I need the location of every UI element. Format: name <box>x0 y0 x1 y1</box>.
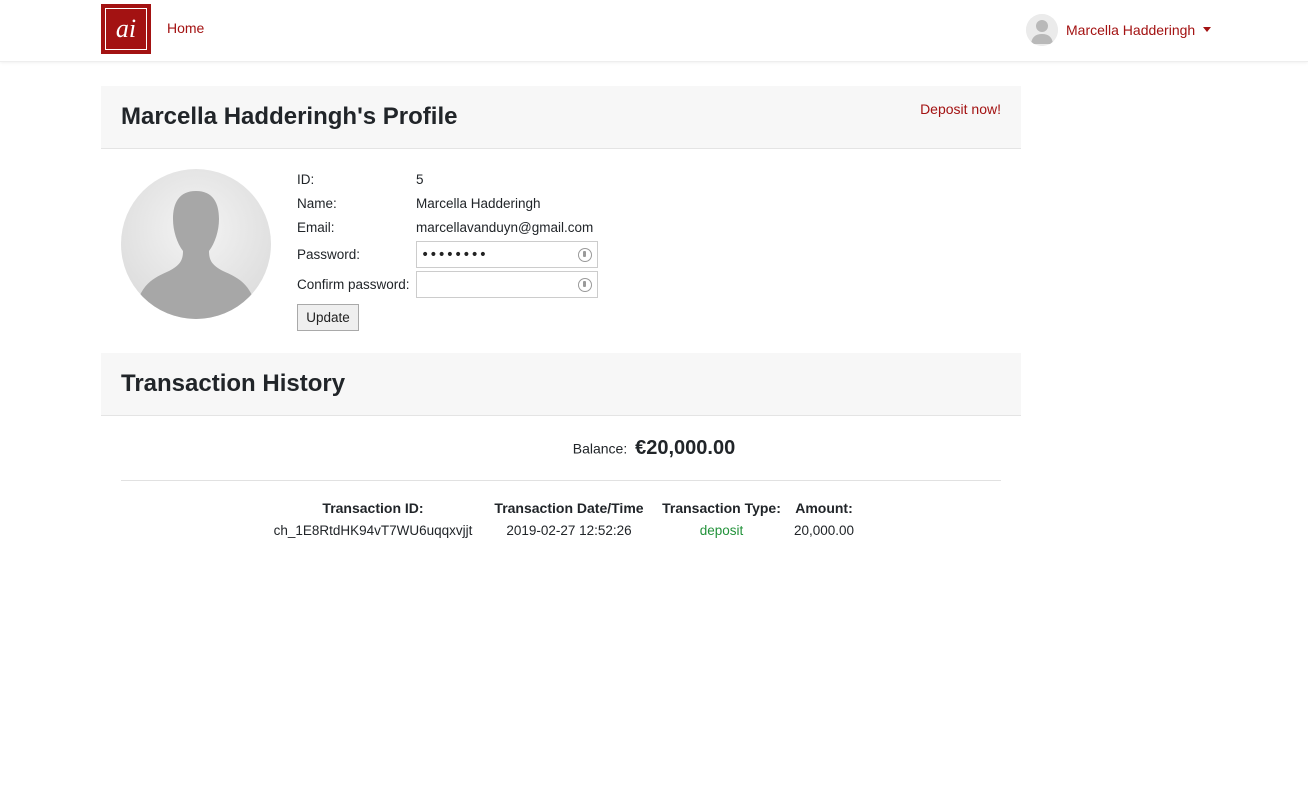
balance: Balance: €20,000.00 <box>0 437 1308 460</box>
nav-home-link[interactable]: Home <box>167 20 204 36</box>
email-label: Email: <box>297 220 335 235</box>
profile-avatar-icon <box>121 169 271 319</box>
transactions-table: Transaction ID: Transaction Date/Time Tr… <box>262 497 859 542</box>
transaction-amount-cell: 20,000.00 <box>793 523 855 538</box>
name-label: Name: <box>297 196 337 211</box>
confirm-password-input[interactable] <box>416 271 598 298</box>
user-avatar-icon <box>1026 14 1058 46</box>
balance-value: €20,000.00 <box>635 437 736 459</box>
column-header-datetime: Transaction Date/Time <box>494 500 644 516</box>
brand-logo-text: ai <box>105 8 147 50</box>
column-header-type: Transaction Type: <box>662 500 781 516</box>
table-header-row: Transaction ID: Transaction Date/Time Tr… <box>262 497 859 519</box>
name-value: Marcella Hadderingh <box>416 196 541 211</box>
history-header: Transaction History <box>101 353 1021 416</box>
user-name-label: Marcella Hadderingh <box>1066 22 1196 38</box>
deposit-now-link[interactable]: Deposit now! <box>920 101 1001 117</box>
divider <box>121 480 1001 481</box>
id-value: 5 <box>416 172 424 187</box>
transaction-type-cell: deposit <box>699 523 744 538</box>
user-menu-dropdown[interactable]: Marcella Hadderingh <box>1026 14 1212 46</box>
password-key-icon[interactable] <box>578 248 592 262</box>
brand-logo[interactable]: ai <box>101 4 151 54</box>
password-label: Password: <box>297 247 361 262</box>
column-header-amount: Amount: <box>795 500 853 516</box>
email-value: marcellavanduyn@gmail.com <box>416 220 594 235</box>
profile-title: Marcella Hadderingh's Profile <box>121 103 458 130</box>
navbar: ai Home Marcella Hadderingh <box>0 0 1308 62</box>
confirm-password-key-icon[interactable] <box>578 278 592 292</box>
confirm-password-label: Confirm password: <box>297 277 410 292</box>
balance-label: Balance: <box>572 440 628 457</box>
update-button[interactable]: Update <box>297 304 359 331</box>
password-input[interactable] <box>416 241 598 268</box>
id-label: ID: <box>297 172 315 187</box>
transaction-datetime-cell: 2019-02-27 12:52:26 <box>506 523 632 538</box>
caret-down-icon <box>1203 26 1212 32</box>
profile-header: Marcella Hadderingh's Profile Deposit no… <box>101 86 1021 149</box>
table-row: ch_1E8RtdHK94vT7WU6uqqxvjjt 2019-02-27 1… <box>262 519 859 542</box>
column-header-transaction-id: Transaction ID: <box>322 500 424 516</box>
transaction-id-cell: ch_1E8RtdHK94vT7WU6uqqxvjjt <box>273 523 473 538</box>
history-title: Transaction History <box>121 370 346 397</box>
